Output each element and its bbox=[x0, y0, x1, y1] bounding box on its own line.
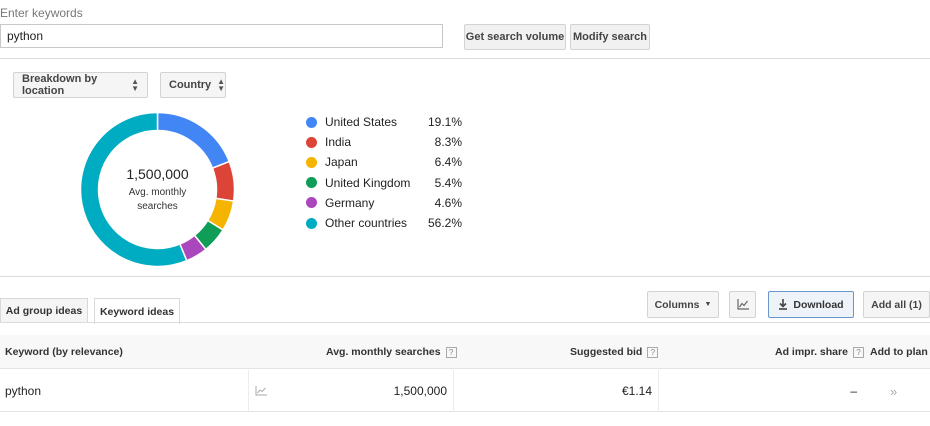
trend-chart-icon bbox=[736, 299, 749, 310]
sort-updown-icon: ▲ ▼ bbox=[217, 77, 226, 93]
tab-ad-group-ideas[interactable]: Ad group ideas bbox=[0, 298, 88, 323]
section-divider bbox=[0, 58, 930, 59]
help-icon[interactable]: ? bbox=[647, 346, 659, 358]
breakdown-level-select[interactable]: Country ▲ ▼ bbox=[160, 72, 226, 98]
legend-swatch bbox=[306, 116, 317, 128]
row-keyword: python bbox=[5, 384, 42, 398]
row-avg-searches: 1,500,000 bbox=[393, 384, 447, 398]
legend-item: United States 19.1% bbox=[306, 112, 462, 132]
legend-value: 8.3% bbox=[434, 135, 462, 150]
legend-label: United Kingdom bbox=[325, 175, 411, 190]
sort-updown-icon: ▲ ▼ bbox=[131, 77, 139, 93]
header-avg-searches[interactable]: Avg. monthly searches ? bbox=[326, 335, 457, 369]
location-donut-chart bbox=[80, 112, 235, 267]
header-ad-impr-share[interactable]: Ad impr. share ? bbox=[775, 335, 864, 369]
legend-item: United Kingdom 5.4% bbox=[306, 173, 462, 193]
legend-value: 56.2% bbox=[427, 216, 462, 231]
donut-slice-united-states bbox=[156, 112, 231, 170]
columns-label: Columns bbox=[654, 298, 700, 311]
legend-item: Japan 6.4% bbox=[306, 152, 462, 172]
legend-value: 5.4% bbox=[434, 175, 462, 190]
help-icon[interactable]: ? bbox=[852, 346, 864, 358]
breakdown-type-label: Breakdown by location bbox=[22, 73, 98, 97]
chart-legend: United States 19.1% India 8.3% Japan 6.4% Unit… bbox=[306, 112, 462, 233]
help-icon[interactable]: ? bbox=[445, 346, 457, 358]
legend-item: Germany 4.6% bbox=[306, 193, 462, 213]
column-separator bbox=[453, 370, 454, 412]
legend-swatch bbox=[306, 197, 317, 209]
header-ad-impr-share-label: Ad impr. share bbox=[775, 346, 848, 358]
legend-label: Other countries bbox=[325, 216, 408, 231]
header-suggested-bid[interactable]: Suggested bid ? bbox=[570, 335, 659, 369]
modify-search-button[interactable]: Modify search bbox=[570, 24, 650, 50]
row-ad-impr-share: – bbox=[850, 384, 857, 398]
download-label: Download bbox=[793, 298, 844, 311]
keywords-input[interactable] bbox=[0, 24, 443, 48]
keywords-label: Enter keywords bbox=[0, 6, 83, 20]
legend-label: Germany bbox=[325, 195, 375, 210]
legend-value: 19.1% bbox=[427, 115, 462, 130]
header-keyword-label: Keyword (by relevance) bbox=[5, 346, 123, 358]
row-trend-chart-icon[interactable] bbox=[255, 370, 267, 412]
header-avg-searches-label: Avg. monthly searches bbox=[326, 346, 441, 358]
download-icon bbox=[779, 299, 788, 310]
table-header: Keyword (by relevance) Avg. monthly sear… bbox=[0, 335, 930, 369]
header-keyword[interactable]: Keyword (by relevance) bbox=[5, 335, 123, 369]
legend-label: India bbox=[325, 135, 352, 150]
tab-keyword-ideas[interactable]: Keyword ideas bbox=[94, 298, 180, 324]
header-add-to-plan-label: Add to plan bbox=[870, 346, 928, 358]
legend-swatch bbox=[306, 136, 317, 148]
table-row: python 1,500,000 €1.14 – » bbox=[0, 370, 930, 412]
donut-slice-other-countries bbox=[80, 112, 188, 267]
breakdown-level-label: Country bbox=[169, 79, 212, 91]
download-button[interactable]: Download bbox=[768, 291, 854, 318]
column-separator bbox=[658, 370, 659, 412]
header-suggested-bid-label: Suggested bid bbox=[570, 346, 643, 358]
row-add-to-plan-button[interactable]: » bbox=[890, 370, 897, 412]
legend-value: 4.6% bbox=[434, 195, 462, 210]
section-divider bbox=[0, 276, 930, 277]
legend-swatch bbox=[306, 217, 317, 229]
legend-item: India 8.3% bbox=[306, 132, 462, 152]
columns-button[interactable]: Columns ▼ bbox=[647, 291, 719, 318]
column-separator bbox=[248, 370, 249, 412]
legend-swatch bbox=[306, 156, 317, 168]
caret-down-icon: ▼ bbox=[704, 301, 712, 308]
header-add-to-plan: Add to plan bbox=[870, 335, 928, 369]
trend-chart-icon bbox=[255, 386, 267, 396]
donut-slice-india bbox=[211, 160, 235, 202]
get-search-volume-button[interactable]: Get search volume bbox=[464, 24, 566, 50]
legend-label: Japan bbox=[325, 155, 358, 170]
trend-chart-button[interactable] bbox=[729, 291, 756, 318]
legend-value: 6.4% bbox=[434, 155, 462, 170]
row-suggested-bid: €1.14 bbox=[621, 384, 652, 398]
add-all-button[interactable]: Add all (1) bbox=[863, 291, 930, 318]
breakdown-type-select[interactable]: Breakdown by location ▲ ▼ bbox=[13, 72, 148, 98]
legend-item: Other countries 56.2% bbox=[306, 213, 462, 233]
legend-swatch bbox=[306, 177, 317, 189]
legend-label: United States bbox=[325, 115, 398, 130]
tabs-divider bbox=[0, 322, 930, 323]
